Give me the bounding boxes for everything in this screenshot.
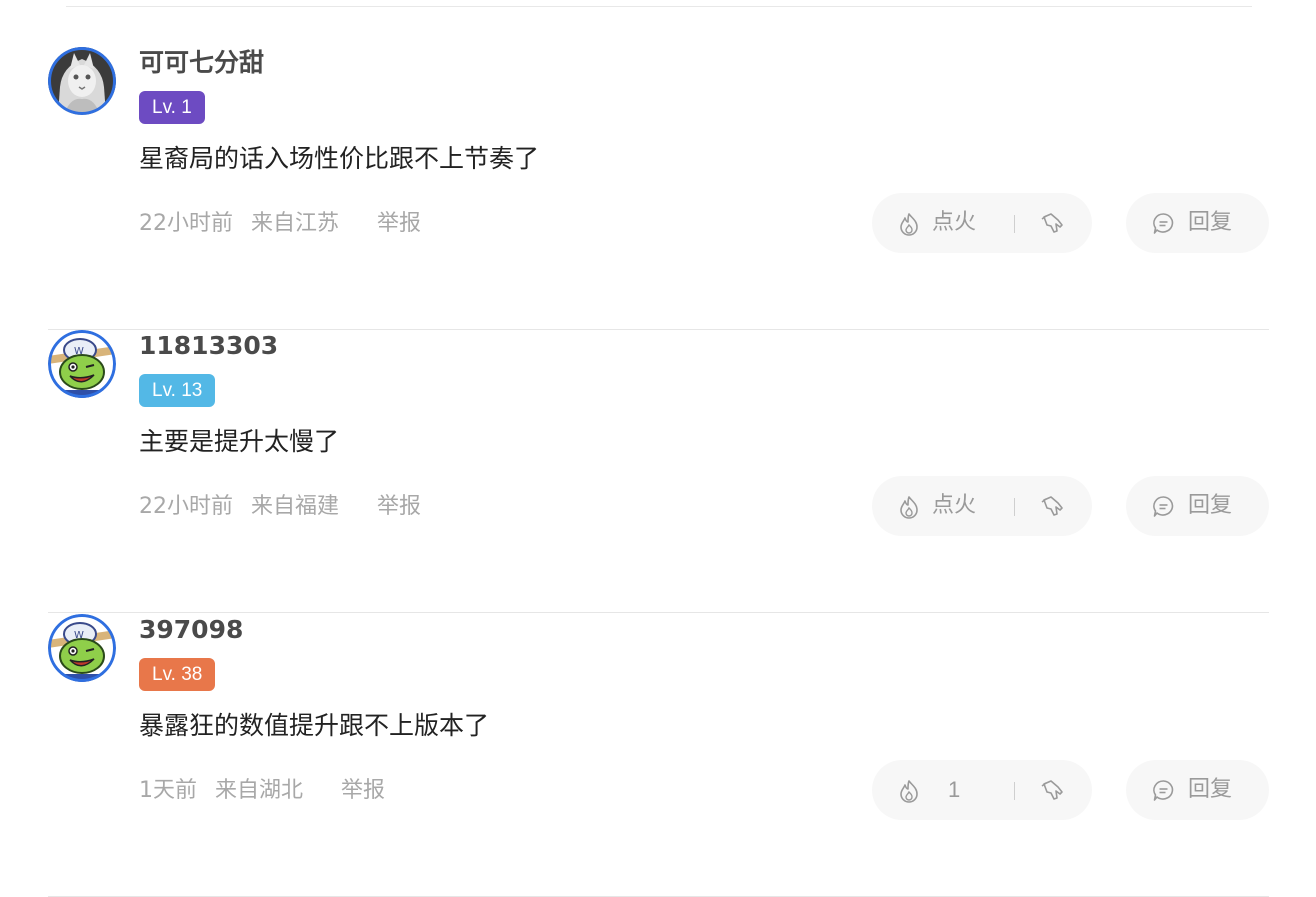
level-badge: Lv. 1	[139, 91, 205, 124]
username[interactable]: 397098	[139, 614, 243, 646]
frog-cartoon-avatar-icon[interactable]: W	[48, 330, 116, 398]
reply-label: 回复	[1188, 210, 1233, 235]
divider	[1014, 782, 1015, 800]
comment-bubble-icon	[1152, 779, 1175, 802]
username[interactable]: 可可七分甜	[139, 47, 264, 79]
fire-pill: 点火	[872, 476, 1092, 536]
comment-meta: 22小时前 来自福建 举报	[139, 492, 421, 522]
comment-location: 来自江苏	[251, 211, 340, 236]
thumb-down-icon[interactable]	[1040, 494, 1066, 518]
frog-cartoon-avatar-icon[interactable]: W	[48, 614, 116, 682]
level-badge: Lv. 13	[139, 374, 216, 407]
report-link[interactable]: 举报	[377, 492, 421, 522]
comment-bubble-icon	[1152, 212, 1175, 235]
username[interactable]: 11813303	[139, 330, 278, 362]
comment-item: 可可七分甜 Lv. 1 星裔局的话入场性价比跟不上节奏了 22小时前 来自江苏 举报…	[48, 47, 1269, 330]
comment-text: 主要是提升太慢了	[139, 427, 340, 456]
report-link[interactable]: 举报	[377, 209, 421, 239]
comment-text: 星裔局的话入场性价比跟不上节奏了	[139, 144, 540, 173]
comment-item: W 397098 Lv. 38 暴露狂的数值提升跟不上版本了 1天前 来自湖北 举报…	[48, 614, 1269, 897]
top-divider	[66, 6, 1252, 7]
divider	[1014, 215, 1015, 233]
fire-count[interactable]: 1	[948, 760, 960, 820]
fire-icon[interactable]	[898, 212, 920, 236]
level-badge: Lv. 38	[139, 658, 216, 691]
fire-icon[interactable]	[898, 779, 920, 803]
comment-time: 22小时前	[139, 211, 233, 236]
reply-button[interactable]: 回复	[1126, 760, 1269, 820]
report-link[interactable]: 举报	[341, 776, 385, 806]
white-cat-avatar-icon[interactable]	[48, 47, 116, 115]
reply-button[interactable]: 回复	[1126, 193, 1269, 253]
fire-icon[interactable]	[898, 495, 920, 519]
thumb-down-icon[interactable]	[1040, 211, 1066, 235]
reply-label: 回复	[1188, 777, 1233, 802]
comment-meta: 1天前 来自湖北 举报	[139, 776, 385, 806]
comment-item: W 11813303 Lv. 13 主要是提升太慢了 22小时前 来自福建 举报 点…	[48, 330, 1269, 613]
comment-meta: 22小时前 来自江苏 举报	[139, 209, 421, 239]
comment-text: 暴露狂的数值提升跟不上版本了	[139, 711, 490, 740]
comment-time: 1天前	[139, 778, 197, 803]
reply-label: 回复	[1188, 493, 1233, 518]
comment-time: 22小时前	[139, 494, 233, 519]
divider	[1014, 498, 1015, 516]
fire-pill: 1	[872, 760, 1092, 820]
comment-bubble-icon	[1152, 495, 1175, 518]
fire-button[interactable]: 点火	[932, 193, 976, 253]
reply-button[interactable]: 回复	[1126, 476, 1269, 536]
fire-button[interactable]: 点火	[932, 476, 976, 536]
comment-location: 来自湖北	[215, 778, 304, 803]
comment-location: 来自福建	[251, 494, 340, 519]
fire-pill: 点火	[872, 193, 1092, 253]
thumb-down-icon[interactable]	[1040, 778, 1066, 802]
